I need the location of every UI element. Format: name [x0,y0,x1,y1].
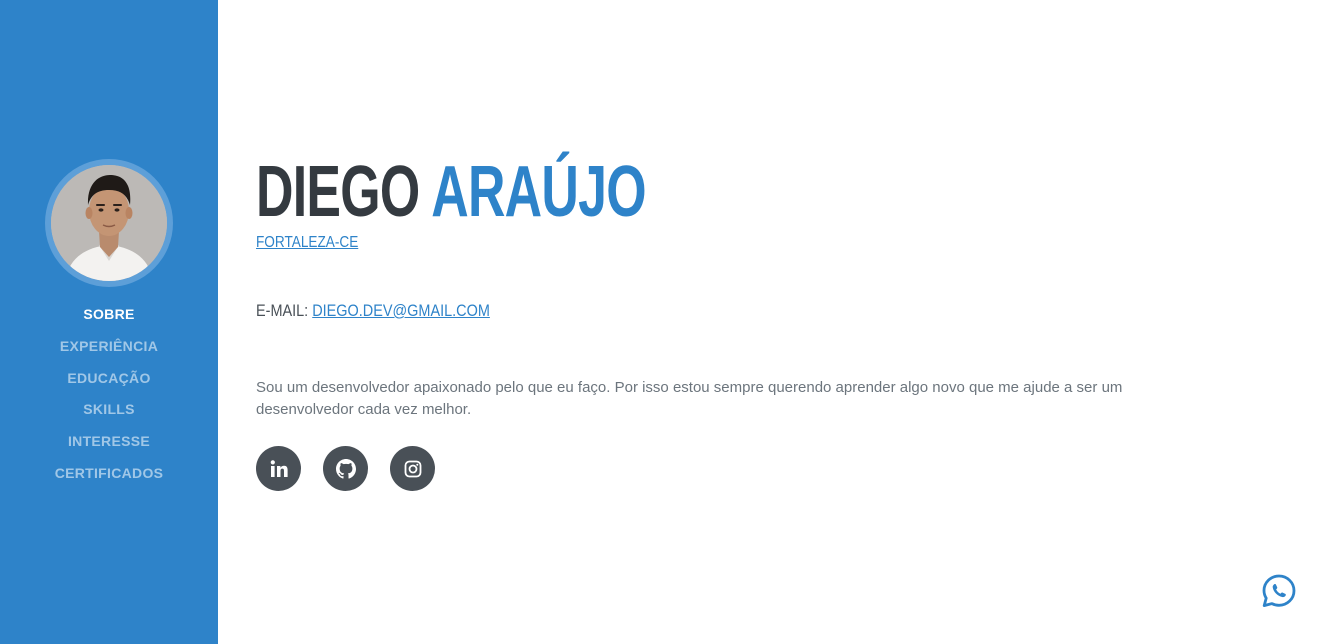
nav-item-skills[interactable]: SKILLS [0,398,218,430]
avatar-photo [51,165,167,281]
email-link[interactable]: DIEGO.DEV@GMAIL.COM [312,301,490,320]
social-links [256,446,435,491]
bio-text: Sou um desenvolvedor apaixonado pelo que… [256,379,1123,418]
profile-name: DIEGO ARAÚJO [256,152,647,232]
email-line: E-MAIL: DIEGO.DEV@GMAIL.COM [256,301,490,321]
nav-item-sobre[interactable]: SOBRE [0,303,218,335]
about-section: DIEGO ARAÚJO FORTALEZA-CE E-MAIL: DIEGO.… [256,0,1256,644]
github-button[interactable] [323,446,368,491]
github-icon [335,458,356,479]
nav-item-certificados[interactable]: CERTIFICADOS [0,462,218,494]
nav-item-educacao[interactable]: EDUCAÇÃO [0,367,218,399]
email-label: E-MAIL: [256,301,309,320]
avatar-ring [45,159,173,287]
linkedin-button[interactable] [256,446,301,491]
instagram-button[interactable] [390,446,435,491]
nav-item-interesse[interactable]: INTERESSE [0,430,218,462]
instagram-icon [404,460,421,477]
linkedin-icon [270,459,288,477]
avatar [51,165,167,281]
sidebar-nav: SOBRE EXPERIÊNCIA EDUCAÇÃO SKILLS INTERE… [0,303,218,494]
first-name: DIEGO [256,152,420,232]
whatsapp-button[interactable] [1261,573,1297,609]
sidebar: SOBRE EXPERIÊNCIA EDUCAÇÃO SKILLS INTERE… [0,0,218,644]
last-name: ARAÚJO [431,152,646,232]
location-link[interactable]: FORTALEZA-CE [256,234,358,252]
whatsapp-icon [1262,574,1296,607]
nav-item-experiencia[interactable]: EXPERIÊNCIA [0,335,218,367]
